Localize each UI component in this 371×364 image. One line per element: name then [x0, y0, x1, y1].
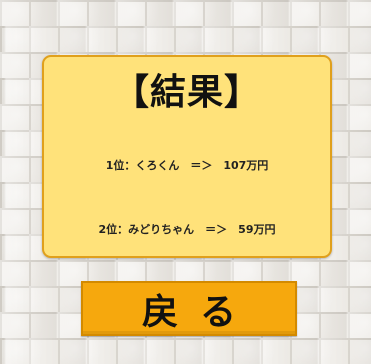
ranking-row-2: 2位：みどりちゃん ＝＞ 59万円 [98, 223, 276, 236]
back-button[interactable]: 戻る [81, 281, 297, 336]
back-button-label: 戻る [141, 291, 258, 333]
result-panel: 【結果】 1位：くろくん ＝＞ 107万円 2位：みどりちゃん ＝＞ 59万円 [42, 55, 332, 258]
result-title: 【結果】 [112, 72, 261, 113]
ranking-row-1: 1位：くろくん ＝＞ 107万円 [105, 159, 269, 172]
